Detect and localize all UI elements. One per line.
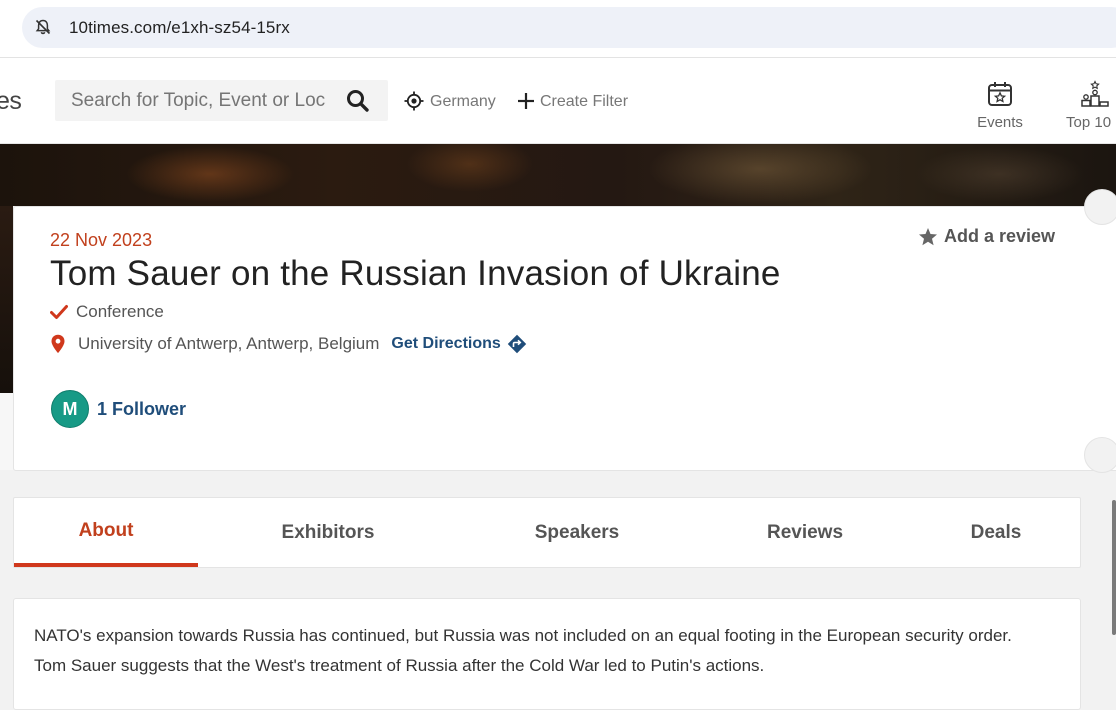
event-date: 22 Nov 2023 bbox=[50, 230, 153, 250]
tab-speakers[interactable]: Speakers bbox=[477, 498, 677, 567]
get-directions-label: Get Directions bbox=[391, 335, 501, 352]
search-input[interactable] bbox=[71, 80, 326, 121]
nav-top10-label: Top 10 bbox=[1066, 114, 1112, 131]
search-box bbox=[55, 80, 388, 121]
scrollbar[interactable] bbox=[1112, 500, 1116, 635]
tab-deals[interactable]: Deals bbox=[896, 498, 1096, 567]
event-banner-image bbox=[0, 144, 1116, 206]
podium-icon bbox=[1081, 80, 1109, 107]
followers-count[interactable]: 1 Follower bbox=[97, 399, 186, 420]
event-tabs: About Exhibitors Speakers Reviews Deals bbox=[13, 497, 1081, 568]
card-notch-bottom bbox=[1084, 437, 1116, 473]
site-logo[interactable]: es bbox=[0, 87, 22, 116]
locate-icon[interactable] bbox=[404, 91, 424, 111]
avatar[interactable]: M bbox=[51, 390, 89, 428]
about-line-1: NATO's expansion towards Russia has cont… bbox=[34, 626, 1012, 645]
event-title: Tom Sauer on the Russian Invasion of Ukr… bbox=[50, 254, 781, 293]
add-review-button[interactable]: Add a review bbox=[918, 226, 1055, 247]
card-notch-top bbox=[1084, 189, 1116, 225]
tab-about[interactable]: About bbox=[14, 498, 198, 567]
map-pin-icon bbox=[51, 334, 65, 353]
followers[interactable]: M 1 Follower bbox=[51, 390, 186, 428]
nav-top10[interactable]: Top 10 bbox=[1066, 80, 1116, 134]
page-gutter bbox=[0, 393, 13, 470]
check-icon bbox=[50, 305, 68, 319]
browser-toolbar: 10times.com/e1xh-sz54-15rx bbox=[0, 0, 1116, 58]
address-bar[interactable]: 10times.com/e1xh-sz54-15rx bbox=[22, 7, 1116, 48]
site-header: es Germany Create Filter Events bbox=[0, 58, 1116, 144]
location-selector[interactable]: Germany bbox=[430, 93, 496, 111]
event-type-label: Conference bbox=[76, 302, 164, 321]
nav-events-label: Events bbox=[977, 114, 1023, 131]
about-section: NATO's expansion towards Russia has cont… bbox=[13, 598, 1081, 710]
event-location: University of Antwerp, Antwerp, Belgium … bbox=[50, 334, 527, 354]
event-type: Conference bbox=[50, 302, 164, 322]
calendar-star-icon bbox=[988, 82, 1012, 106]
notifications-off-icon[interactable] bbox=[34, 18, 52, 36]
event-card: 22 Nov 2023 Tom Sauer on the Russian Inv… bbox=[13, 189, 1116, 473]
tab-exhibitors[interactable]: Exhibitors bbox=[228, 498, 428, 567]
get-directions-link[interactable]: Get Directions bbox=[391, 334, 526, 354]
plus-icon[interactable] bbox=[517, 92, 535, 110]
add-review-label: Add a review bbox=[944, 226, 1056, 246]
banner-edge bbox=[0, 206, 13, 393]
directions-icon bbox=[507, 334, 526, 354]
about-text: NATO's expansion towards Russia has cont… bbox=[34, 621, 1064, 681]
url-text[interactable]: 10times.com/e1xh-sz54-15rx bbox=[69, 18, 290, 38]
create-filter-button[interactable]: Create Filter bbox=[540, 93, 628, 111]
event-location-label: University of Antwerp, Antwerp, Belgium bbox=[78, 334, 380, 353]
search-icon[interactable] bbox=[345, 88, 371, 114]
tab-reviews[interactable]: Reviews bbox=[705, 498, 905, 567]
star-icon bbox=[919, 227, 937, 245]
about-line-2: Tom Sauer suggests that the West's treat… bbox=[34, 656, 765, 675]
nav-events[interactable]: Events bbox=[972, 80, 1028, 134]
